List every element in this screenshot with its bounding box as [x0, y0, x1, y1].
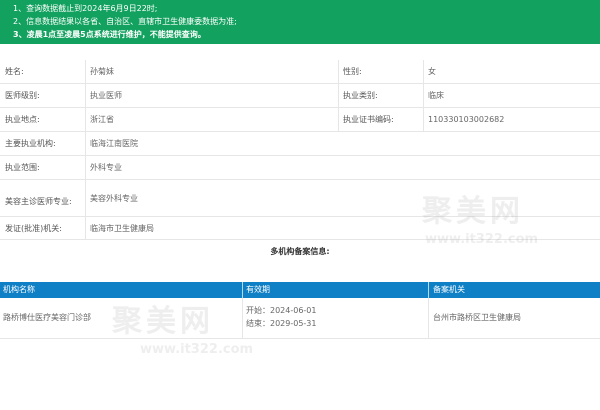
authority-label: 发证(批准)机关: — [5, 223, 62, 233]
category-label: 执业类别: — [343, 91, 378, 100]
level-value: 执业医师 — [90, 91, 122, 100]
name-label: 姓名: — [5, 67, 24, 76]
scope-label: 执业范围: — [5, 163, 40, 172]
cosmetic-label: 美容主诊医师专业: — [5, 196, 72, 206]
header-institution: 机构名称 — [3, 285, 35, 294]
info-row-name: 姓名: 孙菊妹 性别: 女 — [0, 60, 600, 84]
multi-institution-title: 多机构备案信息: — [270, 247, 330, 256]
row-validity-end: 结束：2029-05-31 — [246, 319, 317, 328]
table-row: 路桥博仕医疗美容门诊部 开始：2024-06-01 结束：2029-05-31 … — [0, 298, 600, 339]
info-row-authority: 发证(批准)机关: 临海市卫生健康局 — [0, 217, 600, 240]
header-validity: 有效期 — [246, 285, 270, 294]
category-value: 临床 — [428, 91, 444, 100]
gender-label: 性别: — [343, 67, 362, 76]
multi-institution-header: 机构名称 有效期 备案机关 — [0, 282, 600, 298]
watermark-url-2: www.it322.com — [140, 342, 254, 357]
cosmetic-value: 美容外科专业 — [90, 193, 138, 203]
info-row-level: 医师级别: 执业医师 执业类别: 临床 — [0, 84, 600, 108]
cert-value: 110330103002682 — [428, 115, 505, 124]
scope-value: 外科专业 — [90, 163, 122, 172]
info-row-cosmetic: 美容主诊医师专业: 美容外科专业 — [0, 180, 600, 217]
info-row-institution: 主要执业机构: 临海江南医院 — [0, 132, 600, 156]
authority-value: 临海市卫生健康局 — [90, 223, 154, 233]
institution-value: 临海江南医院 — [90, 139, 138, 148]
gender-value: 女 — [428, 67, 436, 76]
notice-line-3: 3、凌晨1点至凌晨5点系统进行维护，不能提供查询。 — [13, 30, 206, 39]
row-authority: 台州市路桥区卫生健康局 — [433, 313, 521, 322]
row-institution: 路桥博仕医疗美容门诊部 — [3, 313, 91, 322]
notice-line-1: 1、查询数据截止到2024年6月9日22时; — [13, 4, 158, 13]
header-authority: 备案机关 — [433, 285, 465, 294]
notice-line-2: 2、信息数据结果以各省、自治区、直辖市卫生健康委数据为准; — [13, 17, 237, 26]
location-value: 浙江省 — [90, 115, 114, 124]
notice-banner: 1、查询数据截止到2024年6月9日22时; 2、信息数据结果以各省、自治区、直… — [0, 0, 600, 44]
row-validity-start: 开始：2024-06-01 — [246, 306, 317, 315]
cert-label: 执业证书编码: — [343, 115, 394, 124]
institution-label: 主要执业机构: — [5, 139, 56, 148]
level-label: 医师级别: — [5, 91, 40, 100]
name-value: 孙菊妹 — [90, 67, 114, 76]
location-label: 执业地点: — [5, 115, 40, 124]
info-row-scope: 执业范围: 外科专业 — [0, 156, 600, 180]
info-row-location: 执业地点: 浙江省 执业证书编码: 110330103002682 — [0, 108, 600, 132]
